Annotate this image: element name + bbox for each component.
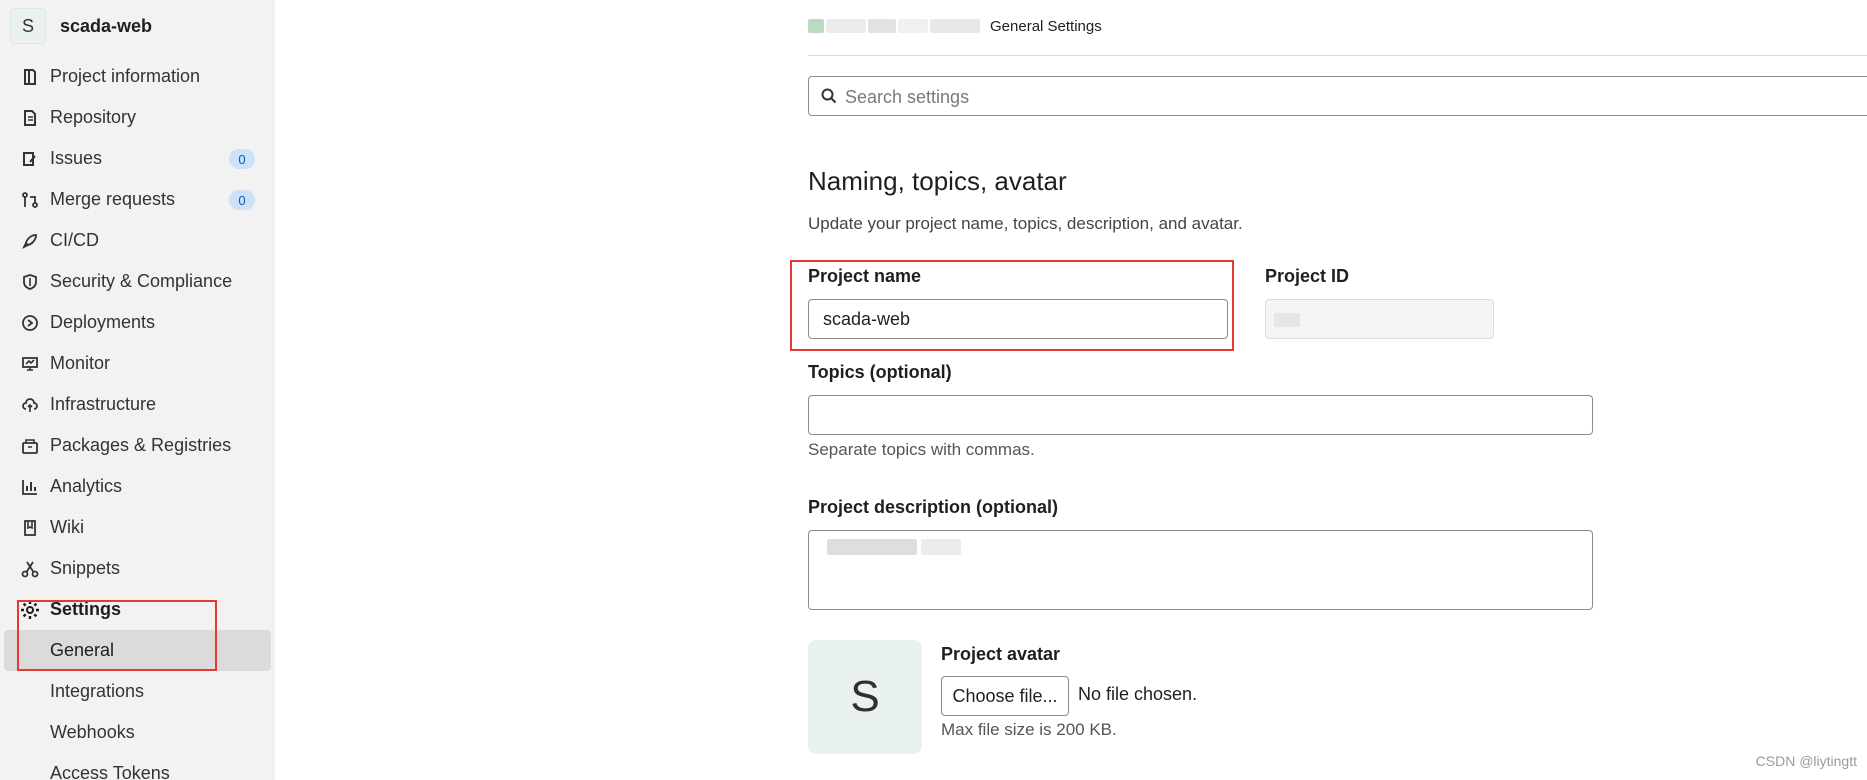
description-label: Project description (optional) (808, 497, 1059, 517)
sidebar-item-label: Issues (50, 148, 103, 168)
max-file-size-text: Max file size is 200 KB. (941, 720, 1117, 739)
issues-count-badge: 0 (229, 149, 255, 169)
topics-help-text: Separate topics with commas. (808, 440, 1035, 459)
sidebar-item-label: Merge requests (50, 189, 176, 209)
project-header[interactable]: S scada-web (10, 8, 152, 44)
no-file-chosen-text: No file chosen. (1078, 684, 1198, 704)
rocket-icon (20, 231, 40, 251)
sidebar-subitem-label: General (50, 640, 115, 660)
description-blurred-text (827, 539, 961, 555)
issues-icon (20, 149, 40, 169)
sidebar-item-label: Wiki (50, 517, 84, 537)
project-avatar-preview: S (808, 640, 922, 754)
sidebar-item-label: Settings (50, 599, 122, 619)
project-id-field (1265, 299, 1494, 339)
sidebar-item-label: Project information (50, 66, 201, 86)
sidebar-subitem-label: Access Tokens (50, 763, 170, 780)
topics-label: Topics (optional) (808, 362, 952, 382)
project-avatar: S (10, 8, 46, 44)
sidebar-item-security-compliance[interactable]: Security & Compliance (0, 261, 275, 302)
section-description: Update your project name, topics, descri… (808, 214, 1243, 233)
sidebar-item-merge-requests[interactable]: Merge requests 0 (0, 179, 275, 220)
project-avatar-label: Project avatar (941, 644, 1061, 664)
breadcrumb-current[interactable]: General Settings (990, 18, 1102, 35)
sidebar-subitem-access-tokens[interactable]: Access Tokens (0, 753, 275, 780)
breadcrumb: General Settings (808, 12, 1102, 40)
analytics-icon (20, 477, 40, 497)
project-name-label: Project name (808, 266, 922, 286)
sidebar-item-label: Monitor (50, 353, 111, 373)
project-name: scada-web (60, 15, 153, 36)
sidebar-subitem-general[interactable]: General (4, 630, 271, 671)
breadcrumb-blurred-path (808, 19, 982, 33)
monitor-icon (20, 354, 40, 374)
project-name-input[interactable] (808, 299, 1228, 339)
search-icon (821, 88, 837, 109)
sidebar-item-project-information[interactable]: Project information (0, 56, 275, 97)
watermark: CSDN @liytingtt (1755, 753, 1857, 769)
sidebar-item-label: Snippets (50, 558, 121, 578)
sidebar-item-snippets[interactable]: Snippets (0, 548, 275, 589)
sidebar: S scada-web Project information Reposito… (0, 0, 275, 780)
sidebar-item-packages-registries[interactable]: Packages & Registries (0, 425, 275, 466)
search-input[interactable] (843, 77, 1847, 117)
sidebar-item-label: Repository (50, 107, 137, 127)
sidebar-item-infrastructure[interactable]: Infrastructure (0, 384, 275, 425)
sidebar-subitem-integrations[interactable]: Integrations (0, 671, 275, 712)
sidebar-item-wiki[interactable]: Wiki (0, 507, 275, 548)
main-content: General Settings Naming, topics, avatar … (275, 0, 1867, 780)
sidebar-item-label: Security & Compliance (50, 271, 233, 291)
sidebar-item-issues[interactable]: Issues 0 (0, 138, 275, 179)
repository-icon (20, 108, 40, 128)
sidebar-nav: Project information Repository Issues 0 … (0, 56, 275, 780)
sidebar-item-label: Infrastructure (50, 394, 157, 414)
sidebar-item-monitor[interactable]: Monitor (0, 343, 275, 384)
shield-icon (20, 272, 40, 292)
scissors-icon (20, 559, 40, 579)
merge-requests-count-badge: 0 (229, 190, 255, 210)
header-divider (808, 55, 1867, 56)
deployments-icon (20, 313, 40, 333)
sidebar-item-ci-cd[interactable]: CI/CD (0, 220, 275, 261)
merge-request-icon (20, 190, 40, 210)
search-settings-box[interactable] (808, 76, 1867, 117)
cloud-icon (20, 395, 40, 415)
section-title: Naming, topics, avatar (808, 166, 1067, 196)
sidebar-subitem-label: Integrations (50, 681, 145, 701)
sidebar-item-label: Analytics (50, 476, 123, 496)
project-info-icon (20, 67, 40, 87)
sidebar-item-label: Deployments (50, 312, 156, 332)
sidebar-subitem-label: Webhooks (50, 722, 135, 742)
sidebar-item-label: Packages & Registries (50, 435, 232, 455)
sidebar-item-repository[interactable]: Repository (0, 97, 275, 138)
choose-file-button[interactable]: Choose file... (941, 676, 1069, 716)
topics-input[interactable] (808, 395, 1593, 435)
sidebar-item-deployments[interactable]: Deployments (0, 302, 275, 343)
sidebar-item-label: CI/CD (50, 230, 99, 250)
project-id-label: Project ID (1265, 266, 1350, 286)
gear-icon (20, 600, 40, 620)
sidebar-item-settings[interactable]: Settings (0, 589, 275, 630)
sidebar-subitem-webhooks[interactable]: Webhooks (0, 712, 275, 753)
sidebar-item-analytics[interactable]: Analytics (0, 466, 275, 507)
package-icon (20, 436, 40, 456)
book-icon (20, 518, 40, 538)
